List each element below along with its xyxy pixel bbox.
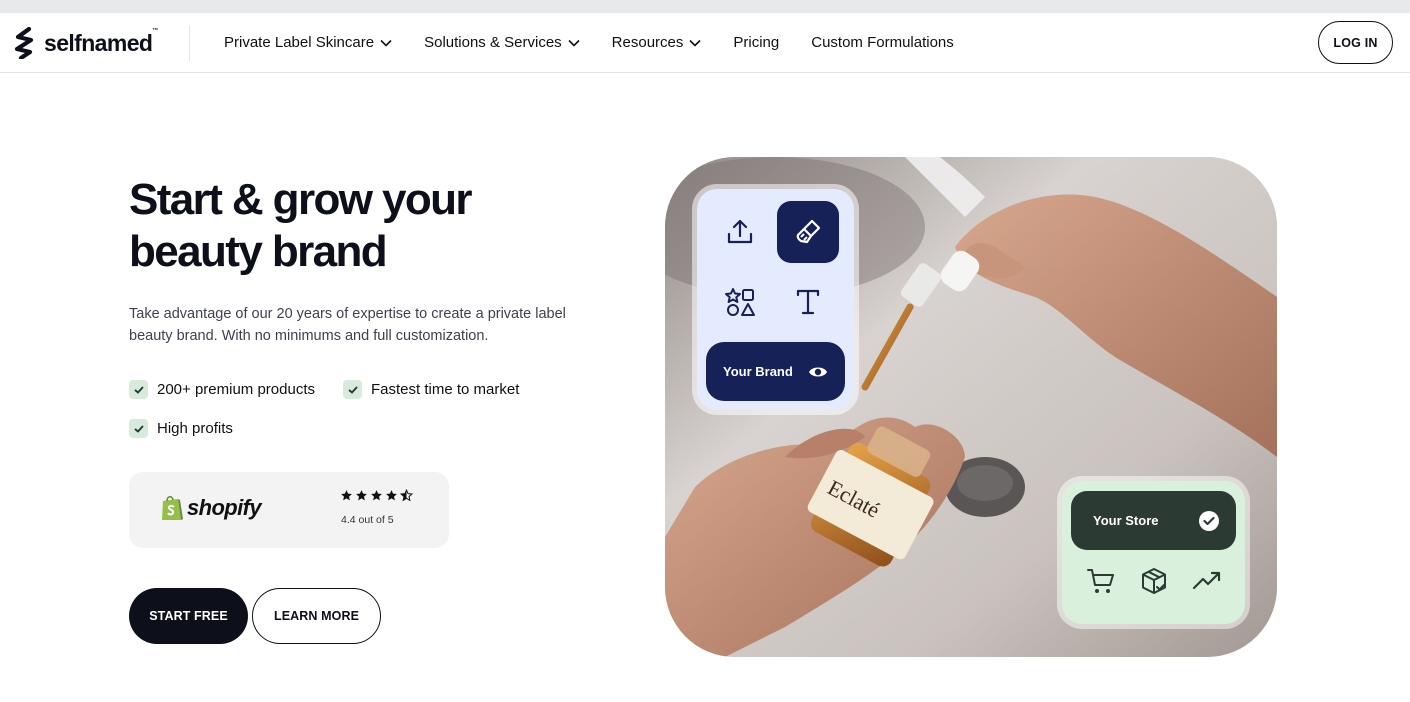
hero-title-line-1: Start & grow your (129, 175, 473, 224)
chevron-down-icon (689, 39, 701, 47)
cart-icon (1087, 569, 1114, 593)
feature-label: 200+ premium products (157, 381, 315, 398)
start-free-button[interactable]: START FREE (129, 588, 248, 644)
nav-custom-formulations[interactable]: Custom Formulations (811, 34, 954, 51)
star-icon (386, 490, 397, 501)
nav-resources[interactable]: Resources (612, 34, 702, 51)
check-icon (129, 380, 148, 399)
nav-label: Private Label Skincare (224, 34, 375, 51)
login-button[interactable]: LOG IN (1318, 21, 1393, 64)
upload-icon (727, 219, 753, 244)
brand-editor-panel: Your Brand (697, 189, 854, 410)
logo[interactable]: selfnamed™ (14, 27, 158, 59)
nav-private-label-skincare[interactable]: Private Label Skincare (224, 34, 392, 51)
feature-item: Fastest time to market (343, 380, 519, 399)
hero-subtitle: Take advantage of our 20 years of expert… (129, 306, 566, 344)
nav-label: Pricing (733, 34, 780, 51)
upload-tool[interactable] (709, 201, 771, 263)
nav-solutions-services[interactable]: Solutions & Services (424, 34, 580, 51)
check-icon (343, 380, 362, 399)
nav-pricing[interactable]: Pricing (733, 34, 779, 51)
shopify-rating-card[interactable]: shopify 4.4 out of 5 (129, 472, 449, 548)
text-icon (796, 289, 820, 315)
browser-top-strip (0, 0, 1410, 13)
store-panel: Your Store (1062, 481, 1245, 624)
check-icon (129, 419, 148, 438)
your-brand-label: Your Brand (723, 364, 793, 379)
nav-divider (189, 25, 190, 61)
shopify-wordmark: shopify (187, 495, 262, 520)
trend-up-icon (1192, 571, 1221, 590)
logo-text: selfnamed™ (44, 27, 158, 56)
nav-label: Custom Formulations (811, 34, 954, 51)
feature-item: High profits (129, 419, 233, 438)
feature-label: Fastest time to market (371, 381, 520, 398)
star-icon (356, 490, 367, 501)
chevron-down-icon (568, 39, 580, 47)
brush-icon (796, 219, 821, 244)
feature-item: 200+ premium products (129, 380, 315, 399)
site-header: selfnamed™ Private Label Skincare Soluti… (0, 13, 1410, 73)
rating-text: 4.4 out of 5 (341, 514, 394, 526)
selfnamed-logo-icon (14, 27, 34, 59)
hero-title-line-2: beauty brand (129, 227, 388, 276)
package-icon (1142, 568, 1166, 594)
text-tool[interactable] (777, 271, 839, 333)
your-store-bar[interactable]: Your Store (1071, 491, 1236, 550)
shapes-tool[interactable] (709, 271, 771, 333)
star-icon (371, 490, 382, 501)
shapes-icon (725, 288, 755, 316)
feature-label: High profits (157, 420, 233, 437)
nav-label: Solutions & Services (424, 34, 562, 51)
shopify-logo: shopify (160, 494, 262, 522)
star-icon (341, 490, 352, 501)
check-circle-icon (1199, 510, 1219, 531)
your-brand-bar[interactable]: Your Brand (706, 342, 845, 401)
shopify-bag-icon (162, 495, 183, 520)
learn-more-button[interactable]: LEARN MORE (252, 588, 381, 644)
chevron-down-icon (380, 39, 392, 47)
star-half-icon (400, 489, 413, 502)
store-icons (1086, 566, 1222, 596)
main-menu: Private Label Skincare Solutions & Servi… (224, 13, 986, 72)
star-rating (340, 489, 413, 502)
nav-label: Resources (611, 34, 684, 51)
hero-title: Start & grow your beauty brand (129, 174, 589, 278)
eye-icon (809, 367, 827, 376)
your-store-label: Your Store (1093, 513, 1159, 528)
brush-tool[interactable] (777, 201, 839, 263)
